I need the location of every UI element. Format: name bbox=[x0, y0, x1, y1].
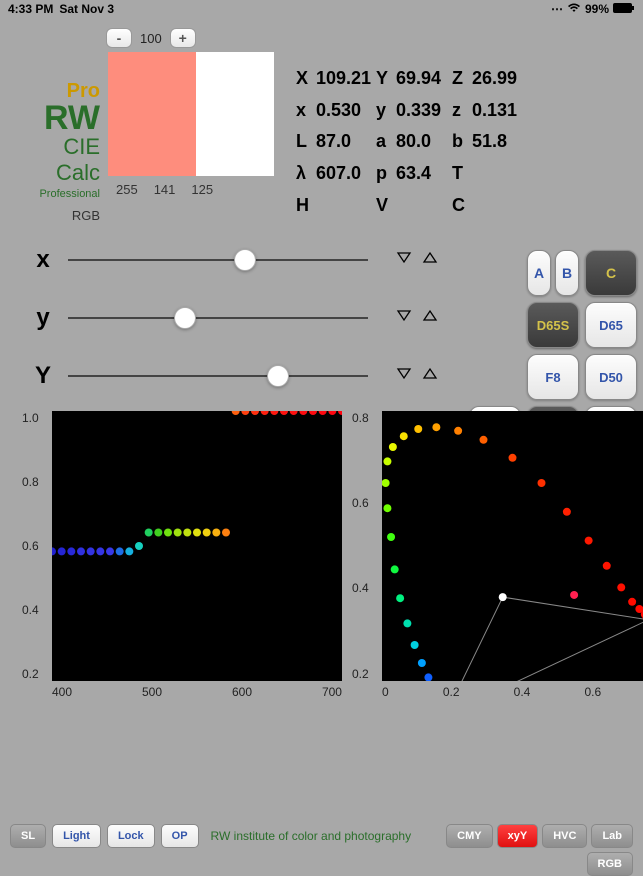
step-minus-button[interactable]: - bbox=[106, 28, 132, 48]
logo-prof: Professional bbox=[10, 188, 100, 200]
rgb-values: 255 141 125 bbox=[108, 182, 288, 197]
value-lambda: 607.0 bbox=[316, 163, 374, 191]
step-plus-button[interactable]: + bbox=[170, 28, 196, 48]
cmy-button[interactable]: CMY bbox=[446, 824, 492, 848]
value-C bbox=[472, 195, 522, 223]
value-Y: 69.94 bbox=[396, 68, 450, 96]
slider-y-thumb[interactable] bbox=[174, 307, 196, 329]
swatch-primary bbox=[108, 52, 196, 176]
rgb-label: RGB bbox=[10, 208, 100, 223]
slider-x-thumb[interactable] bbox=[234, 249, 256, 271]
slider-x-label: x bbox=[28, 246, 58, 274]
light-button[interactable]: Light bbox=[52, 824, 101, 848]
label-H: H bbox=[296, 195, 314, 223]
footer-text: RW institute of color and photography bbox=[205, 829, 441, 843]
xyy-button[interactable]: xyY bbox=[497, 824, 539, 848]
nudge-Y-down-icon[interactable] bbox=[396, 365, 412, 386]
value-y: 0.339 bbox=[396, 100, 450, 128]
logo-cie: CIE bbox=[10, 134, 100, 160]
value-H bbox=[316, 195, 374, 223]
wifi-icon bbox=[567, 2, 581, 16]
key-F8[interactable]: F8 bbox=[527, 354, 579, 400]
label-lambda: λ bbox=[296, 163, 314, 191]
label-X: X bbox=[296, 68, 314, 96]
spectrum-chart bbox=[52, 411, 342, 681]
rgb-g: 141 bbox=[154, 182, 176, 197]
key-B[interactable]: B bbox=[555, 250, 579, 296]
slider-y-label: y bbox=[28, 304, 58, 332]
op-button[interactable]: OP bbox=[161, 824, 199, 848]
value-V bbox=[396, 195, 450, 223]
label-V: V bbox=[376, 195, 394, 223]
label-b: b bbox=[452, 131, 470, 159]
status-bar: 4:33 PM Sat Nov 3 ⋯ 99% bbox=[0, 0, 643, 18]
rgb-button[interactable]: RGB bbox=[587, 852, 633, 876]
hvc-button[interactable]: HVC bbox=[542, 824, 587, 848]
nudge-y-up-icon[interactable] bbox=[422, 307, 438, 328]
status-dots: ⋯ bbox=[551, 2, 563, 16]
label-y: y bbox=[376, 100, 394, 128]
label-x: x bbox=[296, 100, 314, 128]
battery-pct: 99% bbox=[585, 2, 609, 16]
lock-button[interactable]: Lock bbox=[107, 824, 155, 848]
value-z: 0.131 bbox=[472, 100, 522, 128]
slider-Y-track[interactable] bbox=[68, 375, 368, 377]
label-p: p bbox=[376, 163, 394, 191]
status-date: Sat Nov 3 bbox=[59, 2, 114, 16]
label-C: C bbox=[452, 195, 470, 223]
value-p: 63.4 bbox=[396, 163, 450, 191]
label-a: a bbox=[376, 131, 394, 159]
key-D65S[interactable]: D65S bbox=[527, 302, 579, 348]
step-value: 100 bbox=[136, 31, 166, 46]
key-C[interactable]: C bbox=[585, 250, 637, 296]
rgb-r: 255 bbox=[116, 182, 138, 197]
logo-calc: Calc bbox=[10, 160, 100, 186]
label-Z: Z bbox=[452, 68, 470, 96]
status-time: 4:33 PM bbox=[8, 2, 53, 16]
nudge-Y-up-icon[interactable] bbox=[422, 365, 438, 386]
label-z: z bbox=[452, 100, 470, 128]
nudge-x-down-icon[interactable] bbox=[396, 249, 412, 270]
slider-y-track[interactable] bbox=[68, 317, 368, 319]
value-T bbox=[472, 163, 522, 191]
battery-icon bbox=[613, 2, 635, 16]
slider-x-track[interactable] bbox=[68, 259, 368, 261]
swatch-reference bbox=[196, 52, 274, 176]
value-a: 80.0 bbox=[396, 131, 450, 159]
value-b: 51.8 bbox=[472, 131, 522, 159]
label-T: T bbox=[452, 163, 470, 191]
cie-xy-chart bbox=[382, 411, 643, 681]
key-A[interactable]: A bbox=[527, 250, 551, 296]
key-D50[interactable]: D50 bbox=[585, 354, 637, 400]
logo-rw: RW bbox=[10, 103, 100, 134]
nudge-x-up-icon[interactable] bbox=[422, 249, 438, 270]
slider-Y-thumb[interactable] bbox=[267, 365, 289, 387]
color-swatches bbox=[108, 52, 288, 176]
value-x: 0.530 bbox=[316, 100, 374, 128]
nudge-y-down-icon[interactable] bbox=[396, 307, 412, 328]
rgb-b: 125 bbox=[191, 182, 213, 197]
lab-button[interactable]: Lab bbox=[591, 824, 633, 848]
color-readout: X109.21 Y69.94 Z26.99 x0.530 y0.339 z0.1… bbox=[296, 28, 633, 223]
sl-button[interactable]: SL bbox=[10, 824, 46, 848]
value-L: 87.0 bbox=[316, 131, 374, 159]
value-X: 109.21 bbox=[316, 68, 374, 96]
key-D65[interactable]: D65 bbox=[585, 302, 637, 348]
app-logo: Pro RW CIE Calc Professional RGB bbox=[10, 28, 100, 223]
label-L: L bbox=[296, 131, 314, 159]
value-Z: 26.99 bbox=[472, 68, 522, 96]
label-Y: Y bbox=[376, 68, 394, 96]
slider-Y-label: Y bbox=[28, 362, 58, 390]
